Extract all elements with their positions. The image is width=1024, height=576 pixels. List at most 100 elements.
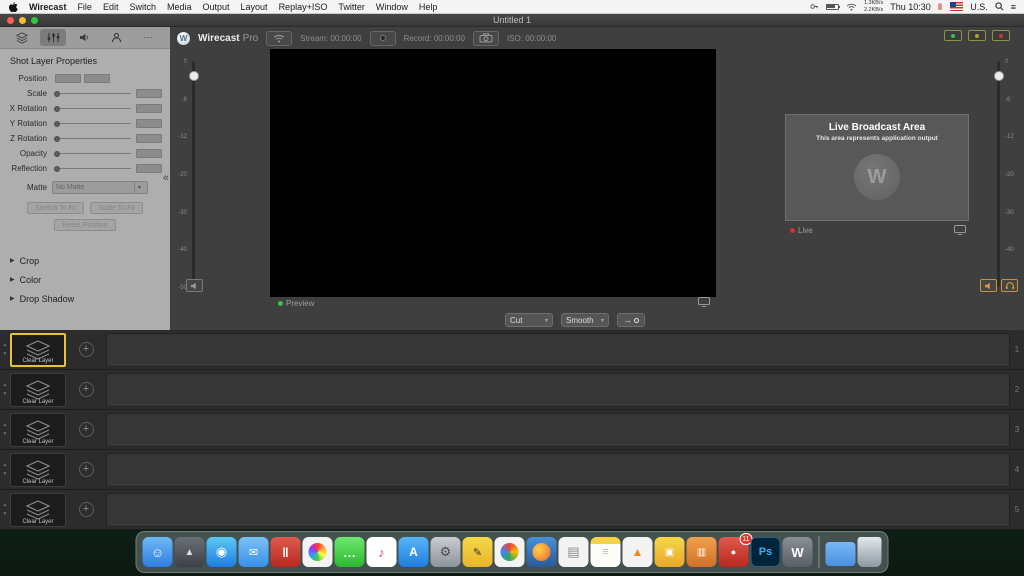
scale-to-fit-button[interactable]: Scale To Fit	[90, 202, 142, 214]
notes-icon[interactable]: ≡	[591, 537, 621, 567]
layer-reorder-arrows[interactable]: ▲▼	[0, 502, 10, 517]
books-icon[interactable]: ▥	[687, 537, 717, 567]
firefox-icon[interactable]	[527, 537, 557, 567]
preview-mute-button[interactable]	[186, 279, 203, 292]
spotlight-search-icon[interactable]	[995, 2, 1004, 11]
preview-monitor-icon[interactable]	[698, 297, 710, 307]
shot-clear-layer[interactable]: Clear Layer	[10, 333, 66, 367]
x-rotation-slider[interactable]	[54, 104, 131, 113]
collapse-panel-button[interactable]: «	[163, 173, 169, 184]
go-transition-button[interactable]: →	[617, 313, 645, 327]
preview-only-toggle[interactable]	[944, 30, 962, 41]
volume-slider-knob[interactable]	[994, 71, 1004, 81]
menu-media[interactable]: Media	[167, 2, 192, 12]
tab-audio[interactable]	[72, 29, 98, 46]
add-shot-button[interactable]: +	[79, 462, 94, 477]
menu-file[interactable]: File	[77, 2, 92, 12]
iso-record-button[interactable]	[473, 31, 499, 46]
position-x-field[interactable]	[55, 74, 81, 83]
menu-twitter[interactable]: Twitter	[338, 2, 365, 12]
shot-clear-layer[interactable]: Clear Layer	[10, 413, 66, 447]
shot-clear-layer[interactable]: Clear Layer	[10, 373, 66, 407]
menu-replay-iso[interactable]: Replay+ISO	[279, 2, 328, 12]
reset-position-button[interactable]: Reset Position	[54, 219, 115, 231]
add-shot-button[interactable]: +	[79, 502, 94, 517]
photos-icon[interactable]	[303, 537, 333, 567]
chrome-icon[interactable]	[495, 537, 525, 567]
transmit-icon[interactable]: ▣	[655, 537, 685, 567]
split-view-toggle[interactable]	[968, 30, 986, 41]
wirecast-dock-icon[interactable]: W	[783, 537, 813, 567]
opacity-slider[interactable]	[54, 149, 131, 158]
dictionary-icon[interactable]: ▤	[559, 537, 589, 567]
system-preferences-icon[interactable]: ⚙	[431, 537, 461, 567]
tab-layer-properties[interactable]	[40, 29, 66, 46]
layer-reorder-arrows[interactable]: ▲▼	[0, 462, 10, 477]
istat-app-icon[interactable]: ‖	[271, 537, 301, 567]
section-crop[interactable]: ▶ Crop	[0, 251, 170, 270]
menu-layout[interactable]: Layout	[241, 2, 268, 12]
matte-dropdown[interactable]: No Matte ▾	[52, 181, 148, 194]
reflection-field[interactable]	[136, 164, 162, 173]
stream-button[interactable]	[266, 31, 292, 46]
section-color[interactable]: ▶ Color	[0, 270, 170, 289]
live-only-toggle[interactable]	[992, 30, 1010, 41]
y-rotation-field[interactable]	[136, 119, 162, 128]
photoshop-icon[interactable]: Ps	[751, 537, 781, 567]
vlc-icon[interactable]: ▲	[623, 537, 653, 567]
headphones-button[interactable]	[1001, 279, 1018, 292]
trash-icon[interactable]	[858, 537, 882, 567]
launchpad-icon[interactable]: ▲	[175, 537, 205, 567]
y-rotation-slider[interactable]	[54, 119, 131, 128]
x-rotation-field[interactable]	[136, 104, 162, 113]
menu-help[interactable]: Help	[419, 2, 438, 12]
transition-smooth-dropdown[interactable]: Smooth ▾	[561, 313, 609, 327]
volume-slider-knob[interactable]	[189, 71, 199, 81]
shot-clear-layer[interactable]: Clear Layer	[10, 453, 66, 487]
z-rotation-field[interactable]	[136, 134, 162, 143]
tab-more[interactable]: ⋯	[135, 29, 161, 46]
battery-icon[interactable]	[826, 4, 839, 10]
volume-slider-track[interactable]	[192, 61, 195, 287]
notification-center-icon[interactable]: ≡	[1011, 2, 1016, 12]
messages-icon[interactable]: …	[335, 537, 365, 567]
istat-menu-icon[interactable]: ‖	[938, 2, 943, 12]
app-store-icon[interactable]: A	[399, 537, 429, 567]
key-icon[interactable]	[810, 2, 819, 11]
itunes-icon[interactable]: ♪	[367, 537, 397, 567]
onepassword-icon[interactable]: ● 11	[719, 537, 749, 567]
menu-output[interactable]: Output	[203, 2, 230, 12]
shot-track[interactable]	[106, 493, 1010, 527]
scale-field[interactable]	[136, 89, 162, 98]
menu-edit[interactable]: Edit	[103, 2, 119, 12]
position-y-field[interactable]	[84, 74, 110, 83]
layer-reorder-arrows[interactable]: ▲▼	[0, 342, 10, 357]
live-monitor-icon[interactable]	[954, 225, 966, 235]
menu-switch[interactable]: Switch	[129, 2, 156, 12]
scale-slider[interactable]	[54, 89, 131, 98]
transition-cut-dropdown[interactable]: Cut ▾	[505, 313, 553, 327]
record-button[interactable]	[370, 31, 396, 46]
reflection-slider[interactable]	[54, 164, 131, 173]
live-speaker-button[interactable]	[980, 279, 997, 292]
tab-layers[interactable]	[9, 29, 35, 46]
stretch-to-fit-button[interactable]: Stretch To Fit	[27, 202, 84, 214]
shot-track[interactable]	[106, 333, 1010, 367]
section-drop-shadow[interactable]: ▶ Drop Shadow	[0, 289, 170, 308]
add-shot-button[interactable]: +	[79, 382, 94, 397]
menu-window[interactable]: Window	[376, 2, 408, 12]
shot-track[interactable]	[106, 373, 1010, 407]
shot-track[interactable]	[106, 453, 1010, 487]
menu-clock[interactable]: Thu 10:30	[890, 2, 931, 12]
layer-reorder-arrows[interactable]: ▲▼	[0, 382, 10, 397]
apple-menu-icon[interactable]	[8, 1, 18, 13]
app-menu[interactable]: Wirecast	[29, 2, 66, 12]
opacity-field[interactable]	[136, 149, 162, 158]
finder-icon[interactable]: ☺	[143, 537, 173, 567]
tab-guest[interactable]	[104, 29, 130, 46]
mail-icon[interactable]: ✉	[239, 537, 269, 567]
network-speed-widget[interactable]: 1.3KB/s 2.2KB/s	[864, 0, 883, 13]
volume-slider-track[interactable]	[997, 61, 1000, 287]
z-rotation-slider[interactable]	[54, 134, 131, 143]
editor-app-icon[interactable]: ✎	[463, 537, 493, 567]
